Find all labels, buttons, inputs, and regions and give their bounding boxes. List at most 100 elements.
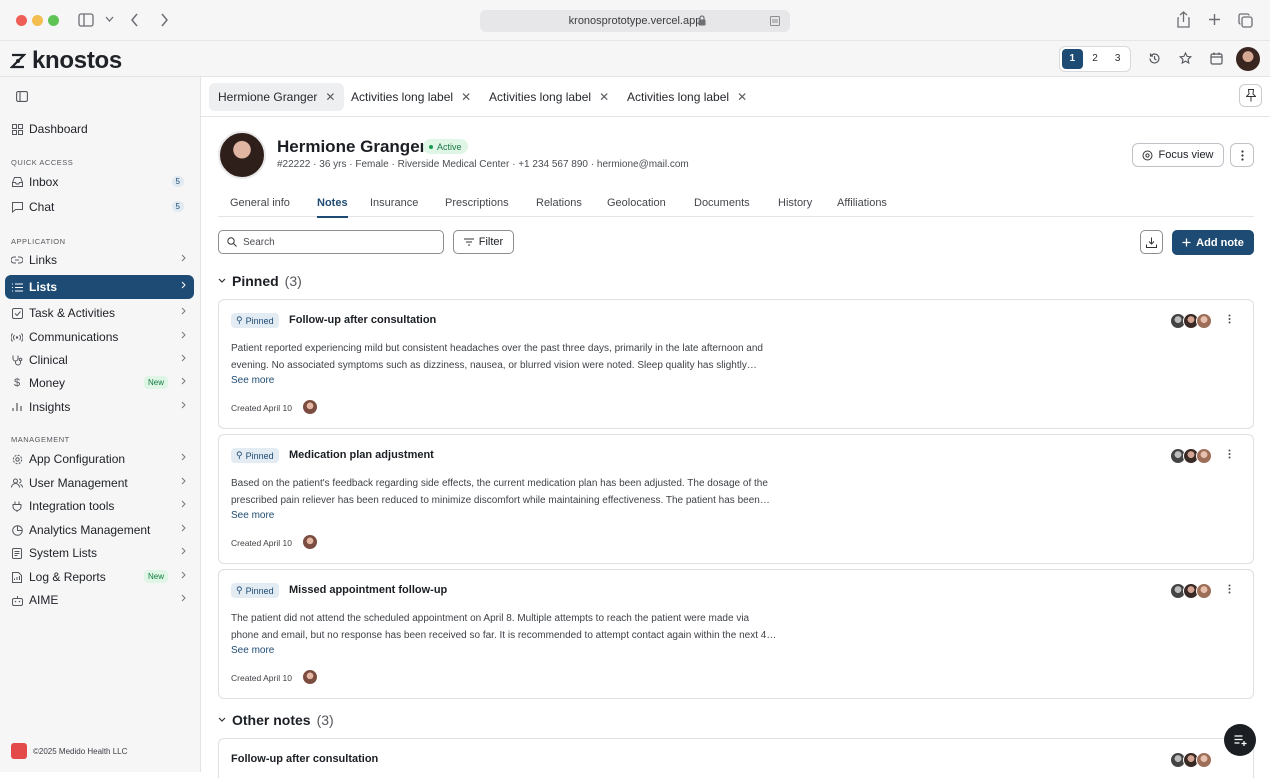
tab-hermione-granger[interactable]: Hermione Granger ✕ (209, 83, 345, 111)
sidebar-item-analytics-management[interactable]: Analytics Management (5, 518, 194, 542)
created-date: Created April 10 (231, 403, 292, 413)
close-window-button[interactable] (16, 15, 27, 26)
calendar-icon[interactable] (1210, 52, 1223, 65)
tab-geolocation[interactable]: Geolocation (607, 197, 666, 209)
pin-icon (1245, 89, 1256, 102)
star-icon[interactable] (1179, 52, 1192, 65)
forward-icon[interactable] (160, 13, 169, 27)
search-input[interactable]: Search (218, 230, 444, 254)
maximize-window-button[interactable] (48, 15, 59, 26)
sidebar-item-communications[interactable]: Communications (5, 325, 194, 349)
sidebar-item-aime[interactable]: AIME (5, 588, 194, 612)
tab-notes[interactable]: Notes (317, 197, 348, 218)
sidebar-item-label: User Management (29, 476, 128, 490)
history-icon[interactable] (1148, 52, 1161, 65)
close-icon[interactable]: ✕ (461, 90, 471, 104)
add-note-button[interactable]: Add note (1172, 230, 1254, 255)
author-avatar (302, 399, 318, 415)
sidebar-item-label: Clinical (29, 353, 68, 367)
sidebar-item-system-lists[interactable]: System Lists (5, 541, 194, 565)
collapse-sidebar-icon[interactable] (16, 91, 28, 102)
workspace-1[interactable]: 1 (1062, 49, 1083, 69)
new-badge: New (143, 376, 168, 389)
tab-relations[interactable]: Relations (536, 197, 582, 209)
chevron-right-icon (181, 477, 186, 485)
sidebar-item-tasks[interactable]: Task & Activities (5, 301, 194, 325)
tabs-overview-icon[interactable] (1238, 13, 1253, 28)
see-more-link[interactable]: See more (231, 645, 274, 656)
filter-button[interactable]: Filter (453, 230, 514, 254)
sidebar-item-log-reports[interactable]: Log & Reports New (5, 565, 194, 589)
tab-prescriptions[interactable]: Prescriptions (445, 197, 509, 209)
browser-chrome: kronosprototype.vercel.app (0, 0, 1270, 41)
note-menu-icon[interactable] (1228, 584, 1231, 594)
close-icon[interactable]: ✕ (737, 90, 747, 104)
note-card[interactable]: ⚲ Pinned Follow-up after consultation Pat… (218, 299, 1254, 429)
tab-activities-1[interactable]: Activities long label ✕ (342, 83, 480, 111)
more-options-button[interactable] (1230, 143, 1254, 167)
tab-activities-3[interactable]: Activities long label ✕ (618, 83, 756, 111)
minimize-window-button[interactable] (32, 15, 43, 26)
pinned-section-toggle[interactable]: Pinned (3) (218, 273, 302, 289)
sidebar-item-lists[interactable]: Lists (5, 275, 194, 299)
sidebar-item-money[interactable]: $ Money New (5, 371, 194, 395)
chevron-right-icon (181, 500, 186, 508)
sidebar-item-links[interactable]: Links (5, 248, 194, 272)
tab-history[interactable]: History (778, 197, 812, 209)
sidebar-toggle-icon[interactable] (78, 13, 94, 27)
link-icon (11, 254, 23, 266)
app-header: knostos 1 2 3 (0, 41, 1270, 77)
note-card[interactable]: ⚲ Pinned Medication plan adjustment Based… (218, 434, 1254, 564)
pin-tabs-button[interactable] (1239, 84, 1262, 107)
sidebar-item-inbox[interactable]: Inbox 5 (5, 170, 194, 194)
user-avatar[interactable] (1236, 47, 1260, 71)
workspace-3[interactable]: 3 (1107, 49, 1128, 69)
floating-action-button[interactable] (1224, 724, 1256, 756)
tab-insurance[interactable]: Insurance (370, 197, 418, 209)
pinned-tag: ⚲ Pinned (231, 448, 279, 463)
note-card[interactable]: ⚲ Pinned Missed appointment follow-up The… (218, 569, 1254, 699)
tab-documents[interactable]: Documents (694, 197, 750, 209)
chevron-right-icon (181, 547, 186, 555)
tab-affiliations[interactable]: Affiliations (837, 197, 887, 209)
see-more-link[interactable]: See more (231, 510, 274, 521)
sidebar-item-integration-tools[interactable]: Integration tools (5, 494, 194, 518)
sidebar-item-label: Inbox (29, 175, 59, 189)
address-bar[interactable]: kronosprototype.vercel.app (480, 10, 790, 32)
sidebar-item-clinical[interactable]: Clinical (5, 348, 194, 372)
note-title: Follow-up after consultation (231, 753, 379, 765)
tab-activities-2[interactable]: Activities long label ✕ (480, 83, 618, 111)
new-tab-icon[interactable] (1208, 13, 1221, 26)
checkbox-icon (11, 307, 23, 319)
avatar (1196, 583, 1212, 599)
sidebar-item-insights[interactable]: Insights (5, 395, 194, 419)
bar-chart-icon (11, 401, 23, 413)
section-count: (3) (316, 712, 334, 728)
focus-view-button[interactable]: Focus view (1132, 143, 1224, 167)
download-button[interactable] (1140, 230, 1163, 254)
note-menu-icon[interactable] (1228, 314, 1231, 324)
pinned-tag-label: Pinned (245, 450, 274, 461)
sidebar-item-app-configuration[interactable]: App Configuration (5, 447, 194, 471)
workspace-2[interactable]: 2 (1085, 49, 1106, 69)
other-notes-section-toggle[interactable]: Other notes (3) (218, 712, 334, 728)
author-avatar (302, 534, 318, 550)
chevron-down-icon[interactable] (105, 16, 114, 23)
sidebar-item-chat[interactable]: Chat 5 (5, 195, 194, 219)
logo[interactable]: knostos (10, 47, 122, 75)
close-icon[interactable]: ✕ (599, 90, 609, 104)
reader-icon[interactable] (770, 16, 780, 26)
back-icon[interactable] (130, 13, 139, 27)
created-date: Created April 10 (231, 673, 292, 683)
close-icon[interactable]: ✕ (325, 90, 335, 104)
sidebar-item-dashboard[interactable]: Dashboard (5, 117, 194, 141)
chat-icon (11, 201, 23, 213)
see-more-link[interactable]: See more (231, 375, 274, 386)
grid-icon (11, 123, 23, 135)
note-card[interactable]: Follow-up after consultation (218, 738, 1254, 778)
note-menu-icon[interactable] (1228, 449, 1231, 459)
management-heading: MANAGEMENT (11, 435, 70, 444)
tab-general-info[interactable]: General info (230, 197, 290, 209)
share-icon[interactable] (1177, 11, 1190, 28)
sidebar-item-user-management[interactable]: User Management (5, 471, 194, 495)
